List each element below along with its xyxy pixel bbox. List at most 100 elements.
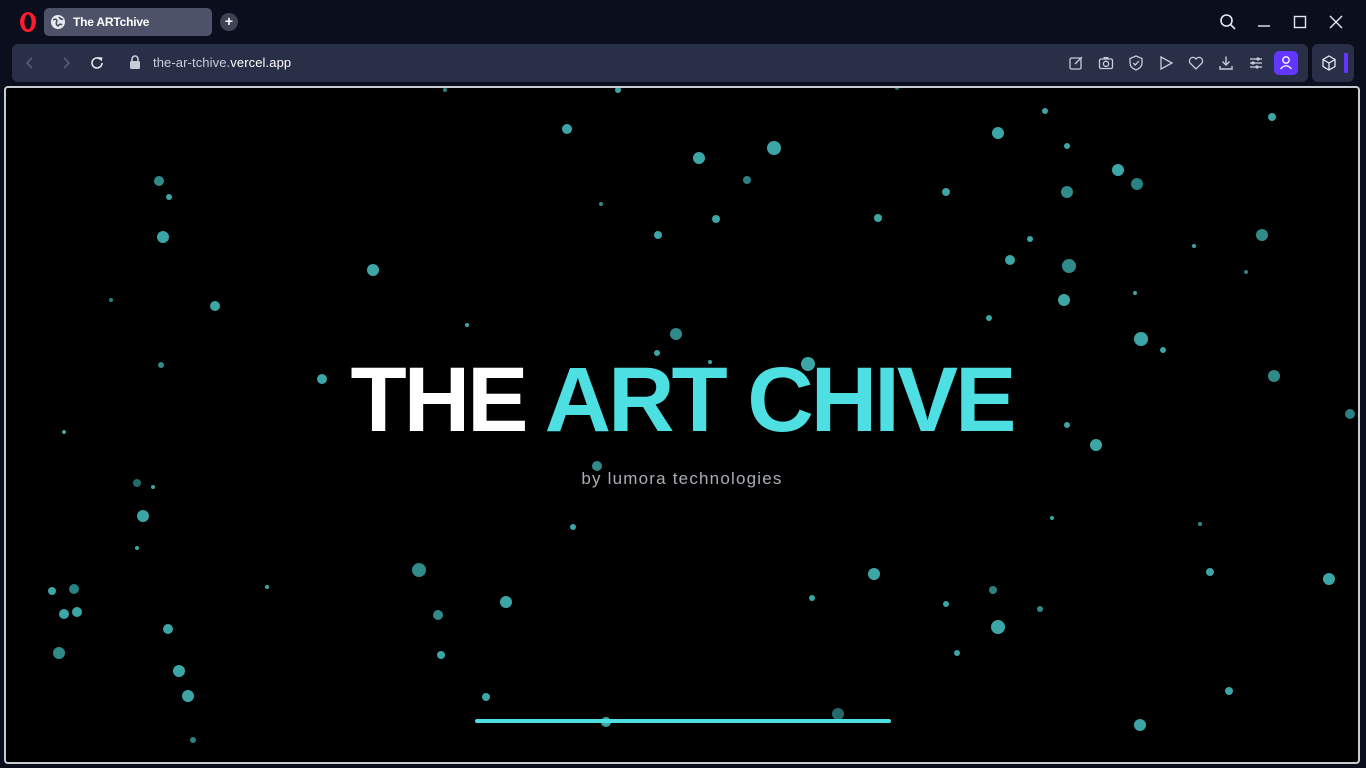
particle-dot (1198, 522, 1202, 526)
particle-dot (412, 563, 426, 577)
particle-dot (210, 301, 220, 311)
particle-dot (1133, 291, 1137, 295)
particle-dot (190, 737, 196, 743)
title-the: THE (350, 349, 529, 451)
particle-dot (443, 88, 447, 92)
forward-icon[interactable] (58, 55, 74, 71)
particle-dot (1058, 294, 1070, 306)
plus-icon: + (224, 13, 234, 29)
particle-dot (1037, 606, 1043, 612)
particle-dot (166, 194, 172, 200)
page-title: THE ART CHIVE (6, 350, 1358, 450)
particle-dot (1192, 244, 1196, 248)
particle-dot (1112, 164, 1124, 176)
particle-dot (1225, 687, 1233, 695)
particle-dot (265, 585, 269, 589)
camera-icon[interactable] (1097, 54, 1115, 72)
particle-dot (992, 127, 1004, 139)
particle-dot (1062, 259, 1076, 273)
particle-dot (1061, 186, 1073, 198)
user-icon (1280, 56, 1292, 70)
particle-dot (954, 650, 960, 656)
particle-dot (157, 231, 169, 243)
page-subtitle: by lumora technologies (581, 469, 783, 488)
edit-icon[interactable] (1067, 54, 1085, 72)
settings-icon[interactable] (1247, 54, 1265, 72)
particle-dot (1064, 143, 1070, 149)
particle-dot (69, 584, 79, 594)
particle-dot (942, 188, 950, 196)
particle-dot (743, 176, 751, 184)
particle-dot (989, 586, 997, 594)
maximize-icon[interactable] (1290, 12, 1310, 32)
browser-tab-strip: The ARTchive + (0, 0, 1366, 44)
tab-title: The ARTchive (73, 15, 150, 29)
globe-icon (51, 15, 65, 29)
particle-dot (874, 214, 882, 222)
particle-dot (1206, 568, 1214, 576)
particle-dot (109, 298, 113, 302)
particle-dot (562, 124, 572, 134)
back-icon[interactable] (22, 55, 38, 71)
url-host: vercel.app (230, 55, 292, 70)
particle-dot (943, 601, 949, 607)
lock-icon (130, 55, 140, 69)
shield-icon[interactable] (1127, 54, 1145, 72)
download-icon[interactable] (1217, 54, 1235, 72)
heart-icon[interactable] (1187, 54, 1205, 72)
particle-dot (986, 315, 992, 321)
address-bar: the-ar-tchive.vercel.app (12, 44, 1308, 82)
particle-dot (465, 323, 469, 327)
reload-icon[interactable] (89, 55, 105, 71)
particle-dot (654, 231, 662, 239)
particle-dot (809, 595, 815, 601)
url-field[interactable]: the-ar-tchive.vercel.app (153, 55, 291, 70)
close-icon[interactable] (1326, 12, 1346, 32)
opera-logo-icon[interactable] (18, 11, 38, 33)
particle-dot (154, 176, 164, 186)
particle-dot (570, 524, 576, 530)
particle-dot (712, 215, 720, 223)
cube-icon[interactable] (1320, 54, 1338, 72)
sidebar-indicator[interactable] (1344, 53, 1348, 73)
play-icon[interactable] (1157, 54, 1175, 72)
particle-dot (1134, 719, 1146, 731)
particle-dot (1323, 573, 1335, 585)
particle-dot (1005, 255, 1015, 265)
title-artchive: ART CHIVE (544, 349, 1017, 451)
loading-bar (475, 719, 891, 723)
particle-dot (53, 647, 65, 659)
page-viewport: THE ART CHIVE by lumora technologies (4, 86, 1360, 764)
particle-dot (182, 690, 194, 702)
particle-dot (48, 587, 56, 595)
particle-dot (1042, 108, 1048, 114)
particle-dot (437, 651, 445, 659)
new-tab-button[interactable]: + (220, 13, 238, 31)
particle-dot (1134, 332, 1148, 346)
profile-button[interactable] (1274, 51, 1298, 75)
particle-dot (1256, 229, 1268, 241)
extensions-area (1312, 44, 1354, 82)
particle-dot (895, 88, 899, 90)
particle-dot (599, 202, 603, 206)
particle-dot (615, 88, 621, 93)
particle-dot (173, 665, 185, 677)
particle-dot (1027, 236, 1033, 242)
particle-dot (433, 610, 443, 620)
particle-dot (500, 596, 512, 608)
tab-active[interactable]: The ARTchive (44, 8, 212, 36)
particle-dot (72, 607, 82, 617)
particle-dot (1268, 113, 1276, 121)
particle-dot (59, 609, 69, 619)
particle-dot (767, 141, 781, 155)
particle-dot (137, 510, 149, 522)
particle-dot (367, 264, 379, 276)
particle-dot (1131, 178, 1143, 190)
search-icon[interactable] (1218, 12, 1238, 32)
particle-dot (868, 568, 880, 580)
particle-dot (991, 620, 1005, 634)
particle-dot (135, 546, 139, 550)
minimize-icon[interactable] (1254, 12, 1274, 32)
particle-dot (670, 328, 682, 340)
particle-dot (163, 624, 173, 634)
